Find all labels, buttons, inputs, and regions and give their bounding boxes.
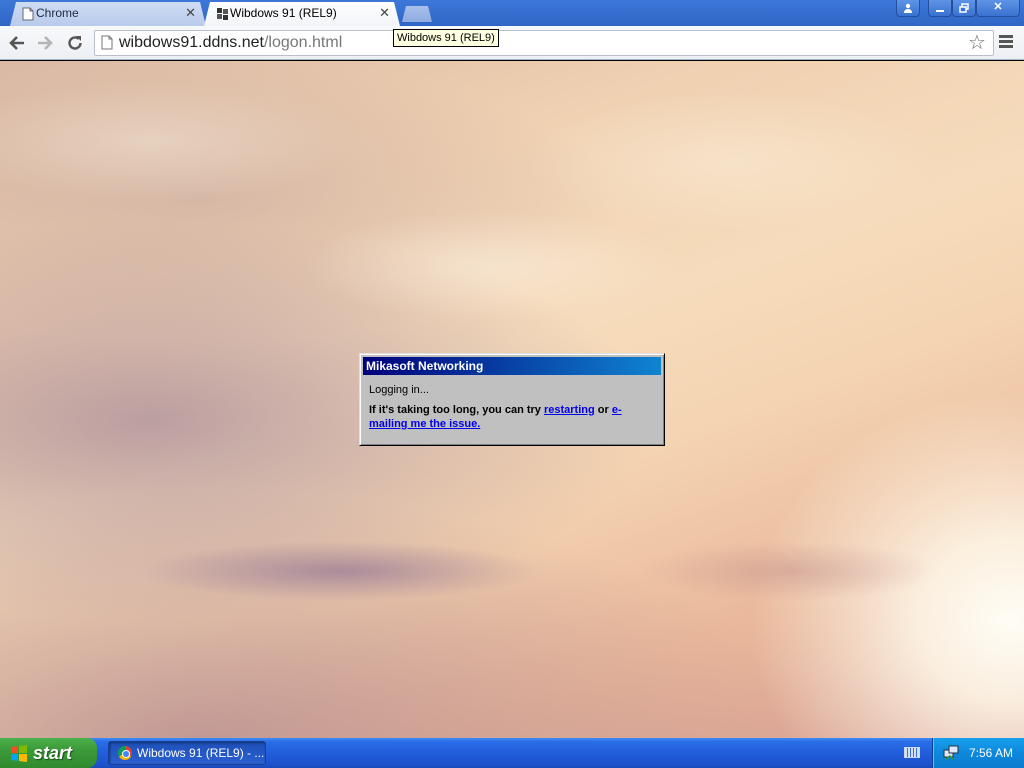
networking-dialog: Mikasoft Networking Logging in... If it'… xyxy=(359,353,665,446)
forward-button[interactable] xyxy=(33,31,57,55)
message-mid: or xyxy=(594,404,612,416)
profile-button[interactable] xyxy=(896,0,920,17)
back-button[interactable] xyxy=(5,31,29,55)
wibdows-logo-icon xyxy=(216,7,230,21)
restore-button[interactable] xyxy=(952,0,976,17)
forward-arrow-icon xyxy=(38,36,53,50)
tab-chrome[interactable]: Chrome ✕ xyxy=(10,2,206,26)
restart-link[interactable]: restarting xyxy=(544,404,595,416)
back-arrow-icon xyxy=(9,36,24,50)
dialog-title: Mikasoft Networking xyxy=(363,357,661,375)
address-bar[interactable]: wibdows91.ddns.net/logon.html xyxy=(94,30,994,56)
reload-icon xyxy=(68,36,82,50)
page-icon xyxy=(22,7,34,21)
tab-tooltip: Wibdows 91 (REL9) xyxy=(393,29,499,47)
chrome-icon xyxy=(118,746,132,760)
task-label: Wibdows 91 (REL9) - ... xyxy=(137,746,265,760)
url-host: wibdows91.ddns.net xyxy=(119,34,264,51)
start-button[interactable]: start xyxy=(0,738,97,768)
close-tab-icon[interactable]: ✕ xyxy=(185,2,196,24)
close-window-button[interactable]: ✕ xyxy=(976,0,1020,17)
bookmark-star-icon[interactable]: ☆ xyxy=(968,30,986,55)
tab-wibdows[interactable]: Wibdows 91 (REL9) ✕ xyxy=(204,2,400,26)
taskbar-item-chrome[interactable]: Wibdows 91 (REL9) - ... xyxy=(108,741,266,765)
user-icon xyxy=(904,3,912,13)
reload-button[interactable] xyxy=(63,31,87,55)
browser-toolbar: wibdows91.ddns.net/logon.html xyxy=(0,26,1024,60)
dialog-body: Logging in... If it's taking too long, y… xyxy=(369,383,659,437)
close-icon: ✕ xyxy=(993,1,1003,13)
network-icon[interactable] xyxy=(943,745,959,761)
login-status: Logging in... xyxy=(369,384,429,396)
close-tab-icon[interactable]: ✕ xyxy=(379,2,390,24)
tab-label: Wibdows 91 (REL9) xyxy=(230,6,337,20)
windows-flag-icon xyxy=(11,745,27,762)
browser-tabstrip: Chrome ✕ Wibdows 91 (REL9) ✕ ✕ xyxy=(0,0,1024,26)
minimize-button[interactable] xyxy=(928,0,952,17)
message-prefix: If it's taking too long, you can try xyxy=(369,404,544,416)
new-tab-button[interactable] xyxy=(402,6,432,22)
menu-icon[interactable] xyxy=(999,35,1013,49)
taskbar: start Wibdows 91 (REL9) - ... 7:56 AM xyxy=(0,738,1024,768)
start-label: start xyxy=(33,743,73,763)
page-icon xyxy=(101,35,113,50)
system-tray: 7:56 AM xyxy=(932,738,1024,768)
tab-label: Chrome xyxy=(36,6,79,20)
restore-icon xyxy=(959,3,969,13)
url-text: wibdows91.ddns.net/logon.html xyxy=(119,34,342,52)
url-path: /logon.html xyxy=(263,34,343,51)
clock[interactable]: 7:56 AM xyxy=(969,738,1013,768)
keyboard-icon[interactable] xyxy=(904,747,920,758)
help-message: If it's taking too long, you can try res… xyxy=(369,403,659,431)
minimize-icon xyxy=(936,10,944,12)
